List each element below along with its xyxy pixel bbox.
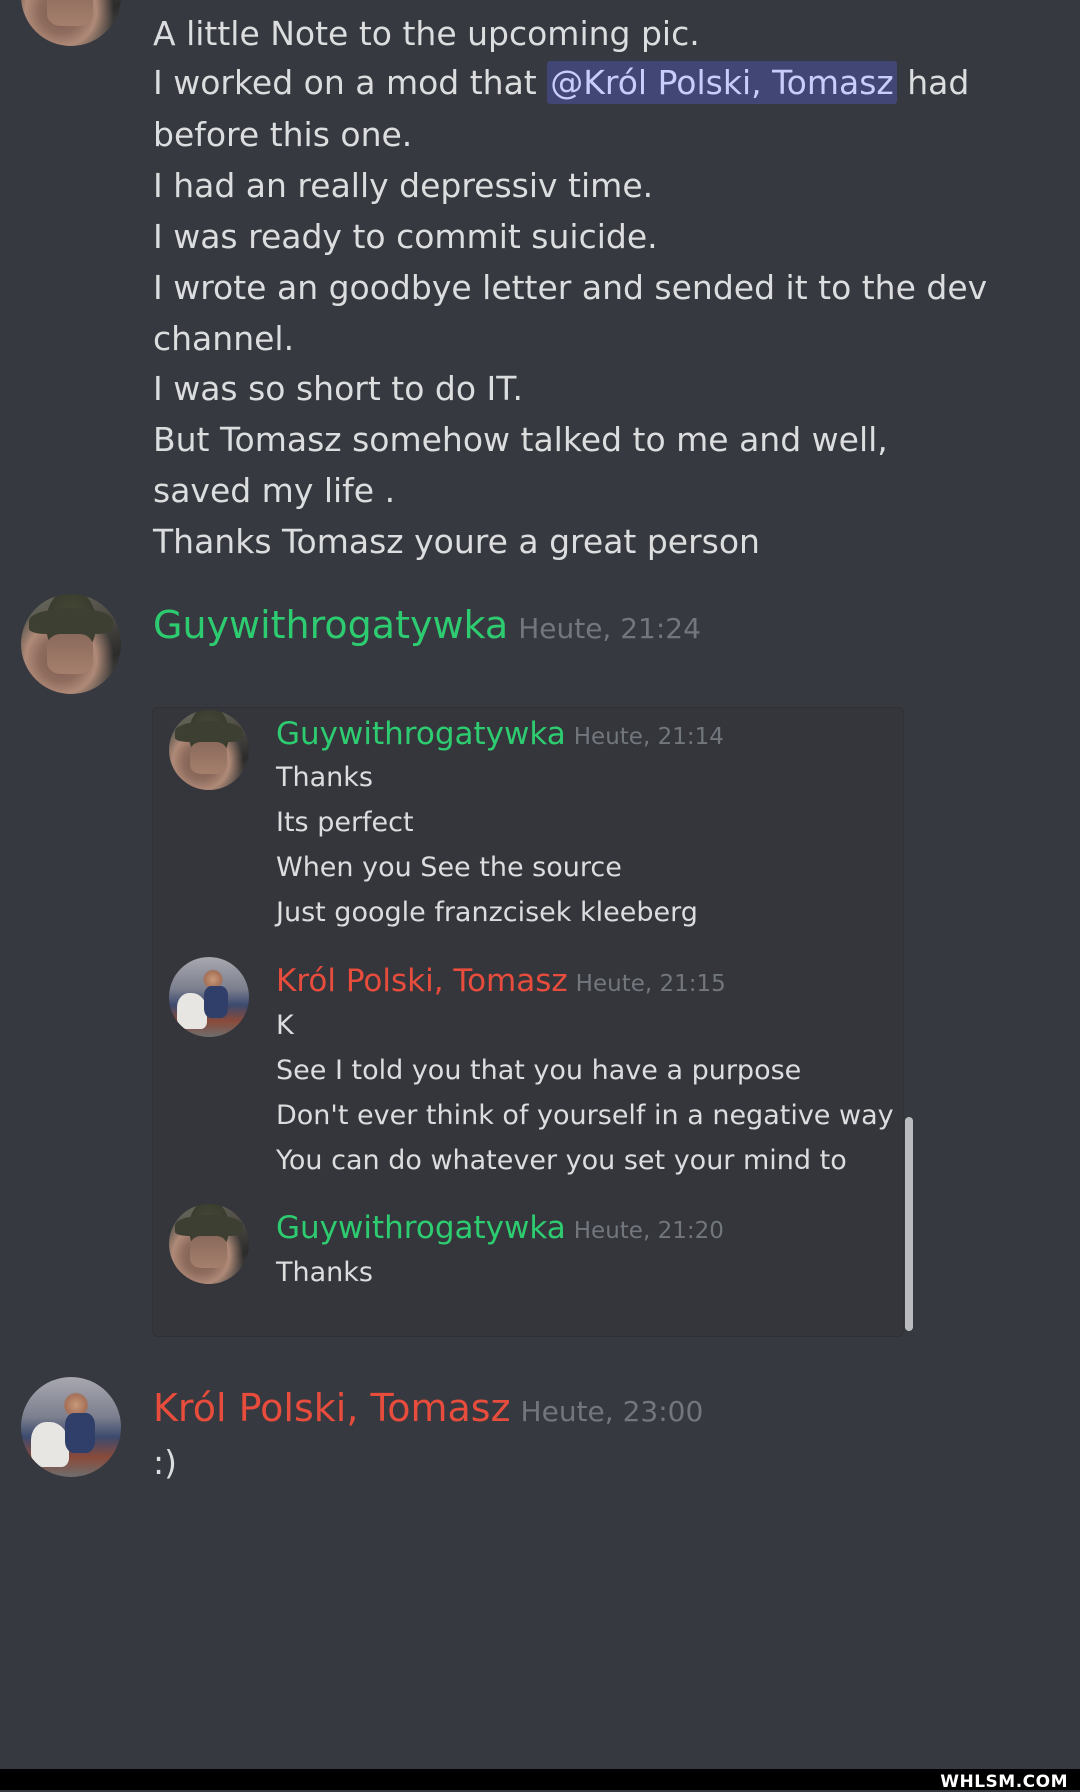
avatar[interactable] [21, 1377, 121, 1477]
message-line: I had an really depressiv time. [153, 166, 654, 205]
message-line: A little Note to the upcoming pic. [153, 14, 700, 53]
avatar [169, 957, 249, 1037]
embed-line: Its perfect [276, 807, 414, 838]
embed-message-header: Król Polski, Tomasz Heute, 21:15 [276, 966, 726, 997]
message-line: saved my life . [153, 471, 396, 510]
message-line: I wrote an goodbye letter and sended it … [153, 268, 988, 307]
timestamp: Heute, 23:00 [520, 1395, 704, 1428]
embed-message-header: Guywithrogatywka Heute, 21:14 [276, 719, 724, 750]
avatar [169, 710, 249, 790]
embed-scrollbar[interactable] [905, 1117, 913, 1331]
message-line: But Tomasz somehow talked to me and well… [153, 420, 888, 459]
message-line: I was so short to do IT. [153, 369, 523, 408]
embed-line: See I told you that you have a purpose [276, 1055, 802, 1086]
timestamp: Heute, 21:24 [518, 612, 701, 645]
embed-line: K [276, 1010, 294, 1041]
embed-line: When you See the source [276, 852, 622, 883]
embed-line: Just google franzcisek kleeberg [276, 897, 698, 928]
author-name[interactable]: Guywithrogatywka [153, 603, 508, 647]
avatar[interactable] [21, 0, 121, 46]
message-line: before this one. [153, 115, 413, 154]
embed-line: Thanks [276, 762, 373, 793]
author-name: Król Polski, Tomasz [276, 963, 568, 999]
embed-line: Thanks [276, 1257, 373, 1288]
message-text: had [907, 63, 970, 102]
user-mention[interactable]: @Król Polski, Tomasz [547, 61, 897, 104]
message-text: I worked on a mod that [153, 63, 537, 102]
timestamp: Heute, 21:15 [575, 971, 726, 997]
timestamp: Heute, 21:20 [573, 1218, 724, 1244]
avatar[interactable] [21, 594, 121, 694]
author-name: Guywithrogatywka [276, 1210, 566, 1246]
embed-line: You can do whatever you set your mind to [276, 1145, 847, 1176]
footer-bar [0, 1769, 1080, 1790]
author-name: Guywithrogatywka [276, 716, 566, 752]
avatar [169, 1204, 249, 1284]
message-header: Guywithrogatywka Heute, 21:24 [153, 606, 701, 644]
message-line: I worked on a mod that @Król Polski, Tom… [153, 61, 970, 104]
embed-line: Don't ever think of yourself in a negati… [276, 1100, 894, 1131]
author-name[interactable]: Król Polski, Tomasz [153, 1386, 511, 1430]
message-line: Thanks Tomasz youre a great person [153, 522, 760, 561]
timestamp: Heute, 21:14 [573, 724, 724, 750]
watermark: WHLSM.COM [940, 1772, 1068, 1792]
message-line: channel. [153, 319, 295, 358]
embed-message-header: Guywithrogatywka Heute, 21:20 [276, 1213, 724, 1244]
message-line: :) [153, 1443, 177, 1482]
message-header: Król Polski, Tomasz Heute, 23:00 [153, 1389, 703, 1427]
message-line: I was ready to commit suicide. [153, 217, 658, 256]
